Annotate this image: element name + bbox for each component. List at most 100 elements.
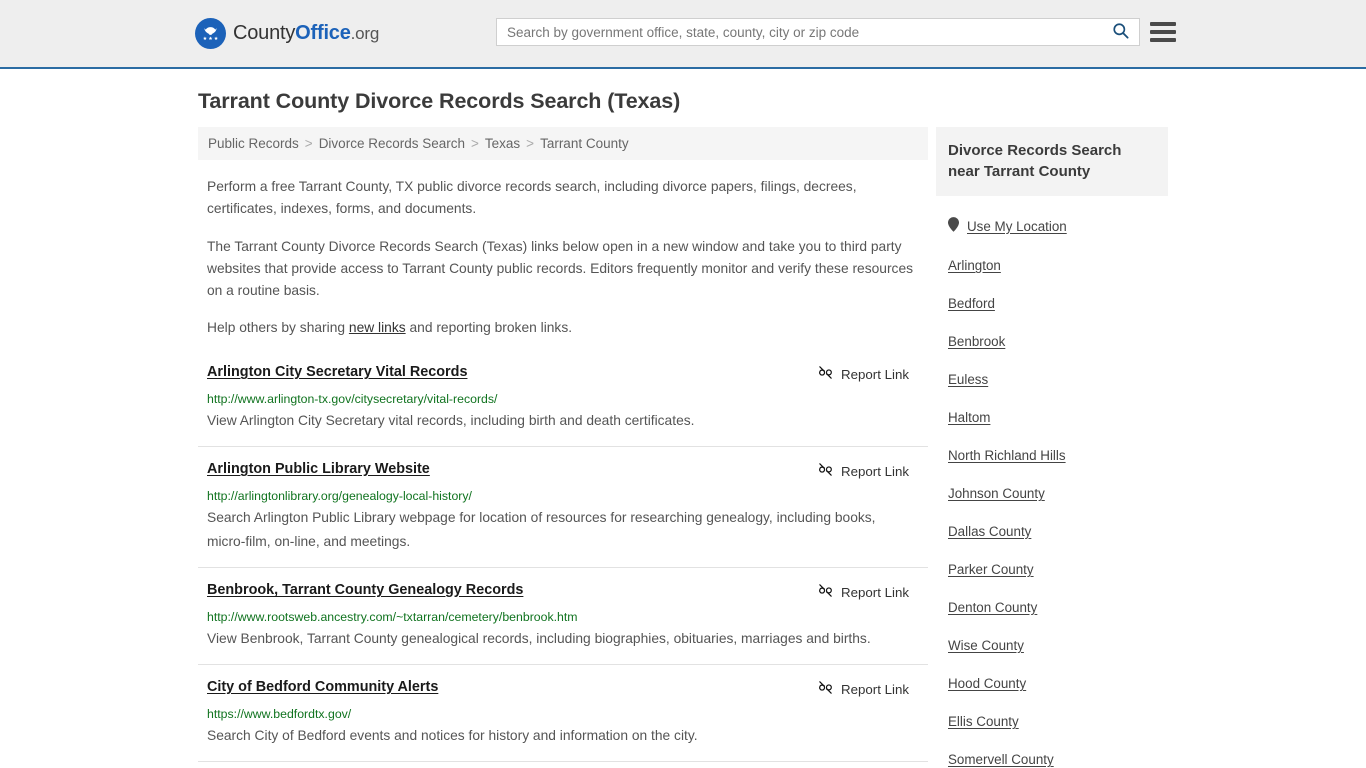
page-title: Tarrant County Divorce Records Search (T… [198,89,681,113]
sidebar-item-label: Haltom [948,410,991,425]
report-link-button[interactable]: Report Link [817,364,919,384]
intro-paragraph-1: Perform a free Tarrant County, TX public… [207,179,857,216]
report-link-button[interactable]: Report Link [817,461,919,481]
list-item: Johnson County [936,475,1168,513]
result-description: View Arlington City Secretary vital reco… [207,413,695,428]
sidebar-nearby-list: Use My Location Arlington Bedford Benbro… [936,196,1168,768]
report-link-label: Report Link [841,366,909,382]
sidebar-item-label: Hood County [948,676,1027,691]
broken-link-icon [817,364,834,384]
result-title-link[interactable]: City of Bedford Community Alerts [207,678,438,697]
site-logo-link[interactable]: CountyOffice.org [195,18,379,49]
breadcrumb: Public Records > Divorce Records Search … [198,127,928,160]
main-column: Public Records > Divorce Records Search … [198,127,928,768]
sidebar-item-label: Parker County [948,562,1034,577]
breadcrumb-item-public-records[interactable]: Public Records [208,136,299,151]
sidebar-panel-title: Divorce Records Search near Tarrant Coun… [936,127,1168,196]
report-link-label: Report Link [841,681,909,697]
result-url: https://www.bedfordtx.gov/ [207,707,352,721]
brand-county: County [233,22,296,44]
sidebar-item-dallas-county[interactable]: Dallas County [948,524,1031,540]
broken-link-icon [817,679,834,699]
result-description: Search Arlington Public Library webpage … [207,510,876,549]
breadcrumb-item-divorce-records-search[interactable]: Divorce Records Search [319,136,465,151]
breadcrumb-separator: > [471,136,479,151]
sidebar-item-label: Euless [948,372,989,387]
intro-paragraph-2: The Tarrant County Divorce Records Searc… [207,239,914,298]
sidebar-item-johnson-county[interactable]: Johnson County [948,486,1045,502]
page-body: Tarrant County Divorce Records Search (T… [0,89,1366,768]
result-item: Benbrook, Tarrant County Genealogy Recor… [198,567,928,664]
sidebar-item-label: Johnson County [948,486,1045,501]
hamburger-bar-2 [1150,30,1176,34]
broken-link-icon [817,461,834,481]
breadcrumb-item-texas[interactable]: Texas [485,136,520,151]
sidebar-item-label: Benbrook [948,334,1006,349]
intro-paragraph-3: Help others by sharing new links and rep… [198,317,928,339]
sidebar-item-label: Arlington [948,258,1001,273]
broken-link-icon [817,582,834,602]
brand-org: .org [350,24,380,43]
result-item: City of Euless Library Genealogy Records [198,761,928,768]
sidebar-item-label: Use My Location [967,218,1067,234]
sidebar-item-benbrook[interactable]: Benbrook [948,334,1005,350]
countyoffice-logo-icon [195,18,226,49]
intro-p3-after: and reporting broken links. [405,320,573,335]
result-description: View Benbrook, Tarrant County genealogic… [207,631,871,646]
sidebar-item-haltom[interactable]: Haltom [948,410,990,426]
search-icon [1111,21,1130,43]
list-item: Dallas County [936,513,1168,551]
list-item: Benbrook [936,323,1168,361]
hamburger-menu-icon[interactable] [1150,20,1176,44]
sidebar-item-arlington[interactable]: Arlington [948,258,1001,274]
breadcrumb-item-tarrant-county[interactable]: Tarrant County [540,136,629,151]
brand-office: Office [295,22,351,44]
results-list: Arlington City Secretary Vital Records R… [198,357,928,768]
result-title-link[interactable]: Arlington Public Library Website [207,460,430,479]
report-link-button[interactable]: Report Link [817,679,919,699]
intro-text: Perform a free Tarrant County, TX public… [198,176,928,339]
sidebar-item-label: Ellis County [948,714,1019,729]
site-header: CountyOffice.org [0,0,1366,69]
breadcrumb-separator: > [526,136,535,151]
result-item: Arlington Public Library Website Report … [198,446,928,567]
result-title-link[interactable]: Benbrook, Tarrant County Genealogy Recor… [207,581,523,600]
sidebar-item-hood-county[interactable]: Hood County [948,676,1026,692]
sidebar-item-north-richland-hills[interactable]: North Richland Hills [948,448,1066,464]
breadcrumb-separator: > [304,136,313,151]
search-bar[interactable] [496,18,1140,46]
sidebar-item-euless[interactable]: Euless [948,372,988,388]
brand-wordmark: CountyOffice.org [233,22,379,45]
location-pin-icon [948,217,959,236]
report-link-label: Report Link [841,463,909,479]
sidebar-item-label: North Richland Hills [948,448,1066,463]
list-item: North Richland Hills [936,437,1168,475]
search-input[interactable] [497,19,1101,45]
list-item: Arlington [936,247,1168,285]
new-links-link[interactable]: new links [349,320,406,335]
sidebar-item-bedford[interactable]: Bedford [948,296,995,312]
report-link-button[interactable]: Report Link [817,582,919,602]
sidebar-item-label: Somervell County [948,752,1054,767]
list-item: Parker County [936,551,1168,589]
result-url: http://www.arlington-tx.gov/citysecretar… [207,392,498,406]
search-button[interactable] [1101,19,1139,45]
sidebar-item-wise-county[interactable]: Wise County [948,638,1024,654]
sidebar-item-parker-county[interactable]: Parker County [948,562,1034,578]
sidebar-item-somervell-county[interactable]: Somervell County [948,752,1054,768]
sidebar-item-label: Denton County [948,600,1038,615]
list-item: Denton County [936,589,1168,627]
list-item: Haltom [936,399,1168,437]
report-link-label: Report Link [841,584,909,600]
sidebar-item-denton-county[interactable]: Denton County [948,600,1037,616]
list-item: Somervell County [936,741,1168,768]
list-item: Use My Location [936,196,1168,247]
intro-p3-before: Help others by sharing [207,320,349,335]
sidebar-item-use-my-location[interactable]: Use My Location [948,217,1067,236]
list-item: Hood County [936,665,1168,703]
result-title-link[interactable]: Arlington City Secretary Vital Records [207,363,467,382]
sidebar-item-ellis-county[interactable]: Ellis County [948,714,1019,730]
sidebar-item-label: Wise County [948,638,1024,653]
result-item: Arlington City Secretary Vital Records R… [198,357,928,446]
result-url: http://arlingtonlibrary.org/genealogy-lo… [207,489,472,503]
